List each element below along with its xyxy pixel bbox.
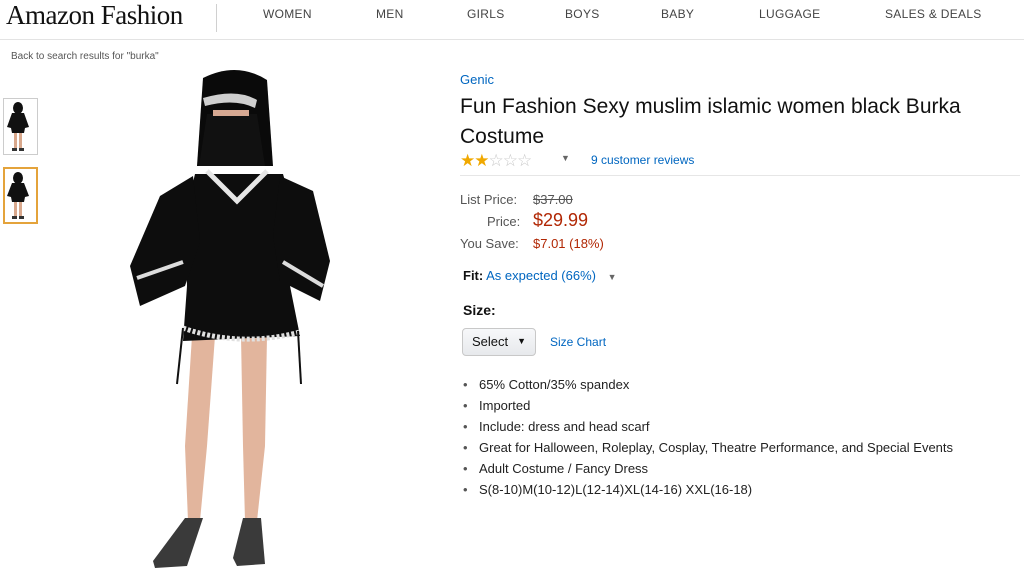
- feature-bullets: • 65% Cotton/35% spandex • Imported • Inclu…: [462, 376, 1022, 502]
- list-price-label: List Price:: [460, 192, 518, 207]
- bullet-icon: •: [463, 419, 468, 434]
- nav-baby[interactable]: BABY: [661, 7, 694, 21]
- product-title: Fun Fashion Sexy muslim islamic women bl…: [460, 95, 961, 148]
- star-empty-icon: ☆: [502, 151, 518, 170]
- brand-link[interactable]: Genic: [460, 72, 494, 87]
- size-dropdown[interactable]: Select ▼: [462, 328, 536, 356]
- fit-label: Fit:: [463, 268, 484, 283]
- bullet-icon: •: [463, 461, 468, 476]
- thumbnail-1[interactable]: [3, 98, 38, 155]
- bullet-text: Adult Costume / Fancy Dress: [479, 461, 649, 476]
- product-image[interactable]: [115, 66, 345, 576]
- size-chart-link[interactable]: Size Chart: [550, 335, 606, 349]
- price-label: Price:: [487, 214, 521, 229]
- thumbnail-figure: [7, 102, 29, 151]
- top-header: Amazon Fashion WOMEN MEN GIRLS BOYS BABY…: [0, 0, 1024, 40]
- nav-sales-deals[interactable]: SALES & DEALS: [885, 7, 982, 21]
- nav-luggage[interactable]: LUGGAGE: [759, 7, 820, 21]
- star-empty-icon: ☆: [517, 151, 532, 170]
- star-empty-icon: ☆: [488, 151, 504, 170]
- bullet-icon: •: [463, 440, 468, 455]
- bullet-text: S(8-10)M(10-12)L(12-14)XL(14-16) XXL(16-…: [479, 482, 753, 497]
- star-filled-icon: ★: [460, 151, 475, 170]
- divider: [460, 175, 1020, 176]
- fit-value-link[interactable]: As expected (66%): [486, 268, 596, 283]
- bullet-text: 65% Cotton/35% spandex: [479, 377, 630, 392]
- list-item: • 65% Cotton/35% spandex: [462, 376, 1022, 397]
- bullet-icon: •: [463, 398, 468, 413]
- size-label: Size:: [463, 302, 496, 318]
- list-item: • S(8-10)M(10-12)L(12-14)XL(14-16) XXL(16…: [462, 481, 1022, 502]
- nav-girls[interactable]: GIRLS: [467, 7, 505, 21]
- caret-down-icon[interactable]: ▼: [608, 272, 617, 282]
- size-dropdown-value: Select: [472, 334, 509, 349]
- list-item: • Imported: [462, 397, 1022, 418]
- price-value: $29.99: [533, 210, 589, 230]
- list-price: $37.00: [533, 192, 573, 207]
- thumbnail-2[interactable]: [3, 167, 38, 224]
- you-save-value: $7.01 (18%): [533, 236, 604, 251]
- bullet-icon: •: [463, 482, 468, 497]
- bullet-text: Include: dress and head scarf: [479, 419, 650, 434]
- you-save-label: You Save:: [460, 236, 519, 251]
- bullet-text: Imported: [479, 398, 531, 413]
- bullet-icon: •: [463, 377, 468, 392]
- list-item: • Great for Halloween, Roleplay, Cosplay,…: [462, 439, 1022, 460]
- bullet-text: Great for Halloween, Roleplay, Cosplay, …: [479, 440, 954, 455]
- fit-row: Fit: As expected (66%) ▼: [463, 268, 617, 283]
- thumbnail-figure: [7, 172, 29, 219]
- customer-reviews-link[interactable]: 9 customer reviews: [591, 153, 694, 167]
- site-logo[interactable]: Amazon Fashion: [6, 0, 183, 31]
- nav-men[interactable]: MEN: [376, 7, 404, 21]
- caret-down-icon[interactable]: ▼: [561, 153, 570, 163]
- star-filled-icon: ★: [474, 151, 489, 170]
- logo-divider: [216, 4, 217, 32]
- nav-women[interactable]: WOMEN: [263, 7, 312, 21]
- list-item: • Adult Costume / Fancy Dress: [462, 460, 1022, 481]
- back-to-search-link[interactable]: Back to search results for "burka": [11, 51, 159, 62]
- star-rating[interactable]: ★★☆☆☆: [460, 151, 532, 171]
- nav-boys[interactable]: BOYS: [565, 7, 600, 21]
- caret-down-icon: ▼: [517, 336, 526, 346]
- list-item: • Include: dress and head scarf: [462, 418, 1022, 439]
